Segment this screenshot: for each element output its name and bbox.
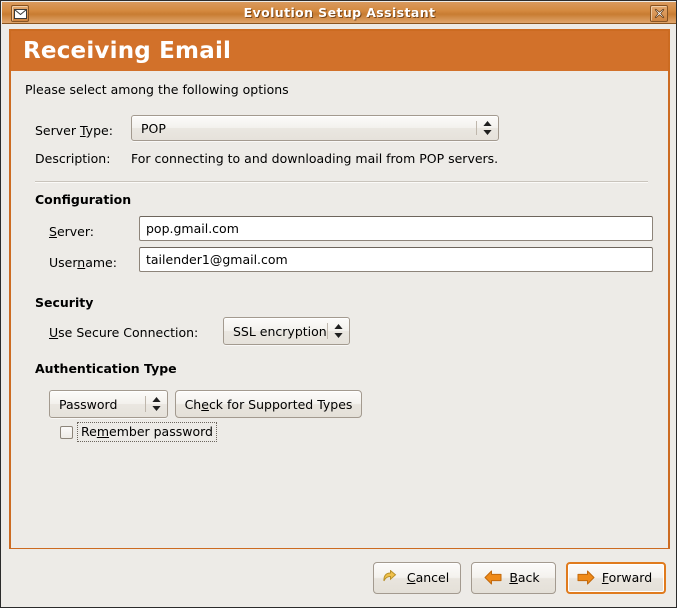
secure-connection-combo[interactable]: SSL encryption [223,317,350,345]
arrow-right-icon [577,570,595,585]
server-input-value: pop.gmail.com [146,221,239,236]
chevron-updown-icon [145,395,167,413]
server-type-combo[interactable]: POP [131,115,499,141]
chevron-updown-icon [476,120,498,136]
title-bar: Evolution Setup Assistant [2,2,676,24]
window-title: Evolution Setup Assistant [243,5,436,20]
evolution-setup-assistant-window: Evolution Setup Assistant Receiving Emai… [0,0,677,608]
page-title: Receiving Email [23,38,232,64]
dialog-action-bar: Cancel Back Forward [2,549,675,606]
separator-configuration [35,181,648,183]
description-value: For connecting to and downloading mail f… [131,151,499,166]
cancel-button[interactable]: Cancel [373,561,461,594]
page-body: Please select among the following option… [11,71,668,548]
back-button[interactable]: Back [471,561,556,594]
close-icon [654,8,665,19]
authentication-heading: Authentication Type [35,361,177,376]
remember-password-label: Remember password [77,422,217,442]
auth-type-combo[interactable]: Password [49,390,168,418]
arrow-left-icon [484,570,502,585]
intro-text: Please select among the following option… [25,82,289,97]
remember-password-row[interactable]: Remember password [60,422,217,442]
chevron-updown-icon [327,322,349,340]
cancel-label: Cancel [406,570,450,585]
check-supported-types-button[interactable]: Check for Supported Types [175,390,362,418]
check-supported-types-label: Check for Supported Types [184,396,353,412]
remember-password-checkbox[interactable] [60,425,73,439]
secure-connection-label: Use Secure Connection: [49,325,199,340]
configuration-heading: Configuration [35,192,132,207]
forward-button[interactable]: Forward [566,561,666,594]
server-input[interactable]: pop.gmail.com [139,216,653,241]
username-input-value: tailender1@gmail.com [146,252,288,267]
username-label: Username: [49,255,117,270]
forward-label: Forward [601,570,653,585]
auth-type-value: Password [59,396,118,412]
username-input[interactable]: tailender1@gmail.com [139,247,653,272]
server-type-value: POP [141,120,166,136]
description-label: Description: [35,151,111,166]
page-banner: Receiving Email [11,31,668,71]
server-label: Server: [49,224,94,239]
server-type-label: Server Type: [35,123,113,138]
security-heading: Security [35,295,94,310]
close-button[interactable] [650,5,668,22]
undo-arrow-icon [382,569,400,586]
back-label: Back [509,570,540,585]
secure-connection-value: SSL encryption [233,323,327,339]
assistant-content-frame: Receiving Email Please select among the … [9,29,670,550]
